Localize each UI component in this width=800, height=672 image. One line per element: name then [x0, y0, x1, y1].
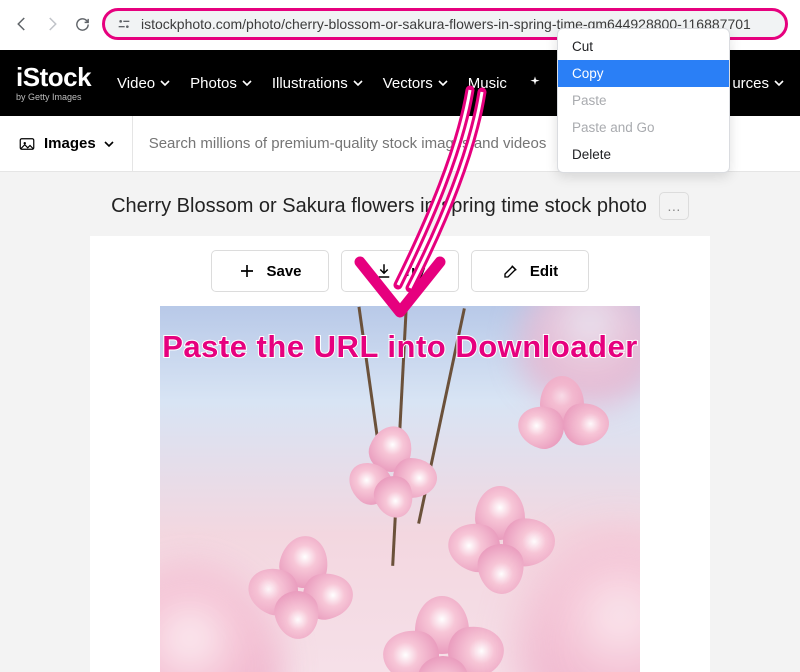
search-type-selector[interactable]: Images — [0, 116, 133, 171]
logo[interactable]: iStock by Getty Images — [16, 64, 91, 102]
reload-button[interactable] — [72, 14, 92, 34]
action-buttons: Save Try Edit — [104, 250, 696, 292]
context-menu: Cut Copy Paste Paste and Go Delete — [557, 28, 730, 173]
chevron-down-icon — [774, 78, 784, 88]
logo-subtext: by Getty Images — [16, 92, 91, 102]
stock-photo[interactable] — [160, 306, 640, 672]
button-label: Save — [266, 263, 301, 280]
nav-resources[interactable]: urces — [732, 75, 784, 92]
chevron-down-icon — [353, 78, 363, 88]
chevron-down-icon — [438, 78, 448, 88]
nav-video[interactable]: Video — [117, 75, 170, 92]
more-button[interactable]: … — [659, 192, 689, 220]
edit-icon — [502, 262, 520, 280]
save-button[interactable]: Save — [211, 250, 329, 292]
ctx-copy[interactable]: Copy — [558, 60, 729, 87]
button-label: Try — [403, 263, 426, 280]
ctx-paste[interactable]: Paste — [558, 87, 729, 114]
search-type-label: Images — [44, 135, 96, 152]
ctx-cut[interactable]: Cut — [558, 33, 729, 60]
nav-label: urces — [732, 75, 769, 92]
nav-photos[interactable]: Photos — [190, 75, 252, 92]
nav-label: Video — [117, 75, 155, 92]
try-button[interactable]: Try — [341, 250, 459, 292]
image-icon — [18, 135, 36, 153]
download-icon — [375, 262, 393, 280]
chevron-down-icon — [104, 139, 114, 149]
sparkle-icon — [527, 75, 543, 91]
nav-label: Vectors — [383, 75, 433, 92]
button-label: Edit — [530, 263, 558, 280]
logo-text: iStock — [16, 64, 91, 90]
plus-icon — [238, 262, 256, 280]
nav-illustrations[interactable]: Illustrations — [272, 75, 363, 92]
site-settings-icon[interactable] — [115, 15, 133, 33]
title-row: Cherry Blossom or Sakura flowers in spri… — [24, 192, 776, 220]
chevron-down-icon — [160, 78, 170, 88]
ctx-paste-go[interactable]: Paste and Go — [558, 114, 729, 141]
chevron-down-icon — [242, 78, 252, 88]
nav-vectors[interactable]: Vectors — [383, 75, 448, 92]
page-title: Cherry Blossom or Sakura flowers in spri… — [111, 195, 647, 218]
nav-label: Photos — [190, 75, 237, 92]
forward-button[interactable] — [42, 14, 62, 34]
content-area: Cherry Blossom or Sakura flowers in spri… — [0, 172, 800, 672]
edit-button[interactable]: Edit — [471, 250, 589, 292]
media-panel: Save Try Edit — [90, 236, 710, 672]
ctx-delete[interactable]: Delete — [558, 141, 729, 168]
back-button[interactable] — [12, 14, 32, 34]
nav-music[interactable]: Music — [468, 75, 507, 92]
nav-label: Music — [468, 75, 507, 92]
nav-label: Illustrations — [272, 75, 348, 92]
